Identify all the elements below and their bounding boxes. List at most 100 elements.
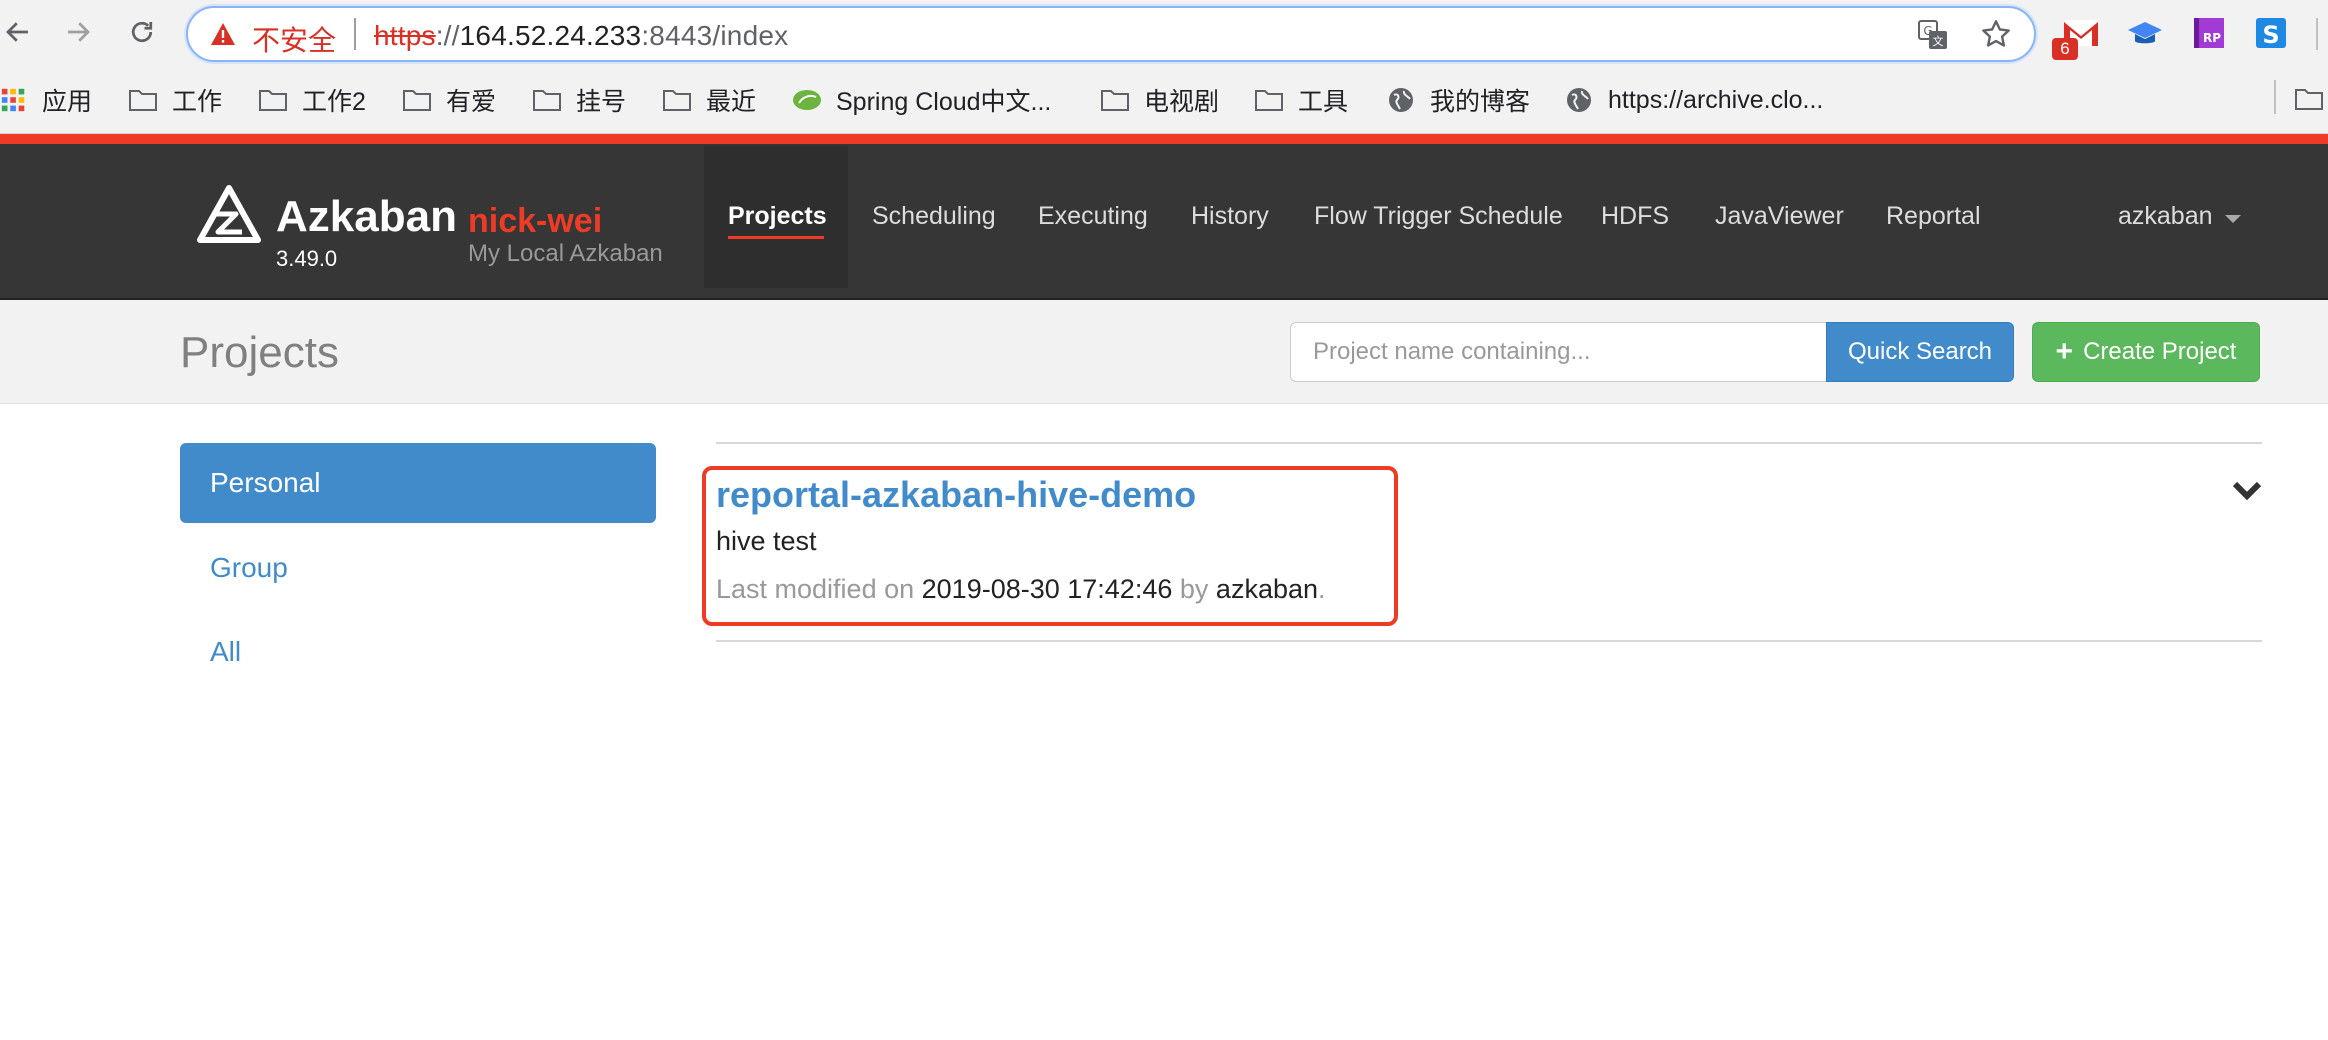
folder-icon (259, 90, 287, 111)
bookmark-folder-work2[interactable]: 工作2 (258, 80, 366, 120)
folder-icon (403, 90, 431, 111)
list-divider (716, 442, 2262, 444)
bookmark-label: 有爱 (446, 88, 497, 116)
url-text[interactable]: https://164.52.24.233:8443/index (374, 20, 788, 52)
svg-text:G: G (1923, 24, 1932, 38)
url-separator: :// (435, 20, 460, 51)
user-name: azkaban (2118, 202, 2213, 230)
globe-icon (1567, 88, 1591, 112)
meta-by: by (1179, 574, 1209, 604)
url-scheme: https (374, 20, 436, 51)
address-bar[interactable]: 不安全 https://164.52.24.233:8443/index G 文 (186, 6, 2036, 62)
bookmark-label: 工作2 (302, 88, 366, 116)
project-owner: azkaban (1215, 574, 1319, 604)
reload-button[interactable] (124, 14, 160, 50)
axure-rp-icon[interactable]: RP (2190, 14, 2228, 52)
svg-text:RP: RP (2203, 31, 2221, 45)
bookmark-label: 挂号 (576, 88, 627, 116)
arrow-left-icon (6, 22, 28, 42)
project-name-link[interactable]: reportal-azkaban-hive-demo (716, 474, 1196, 516)
s-extension-icon[interactable]: S (2252, 14, 2290, 52)
translate-icon[interactable]: G 文 (1918, 20, 1948, 50)
project-description: hive test (716, 526, 817, 556)
bookmark-label: 工作 (172, 88, 223, 116)
spring-leaf-icon (793, 90, 821, 110)
quick-search-button[interactable]: Quick Search (1826, 322, 2014, 382)
meta-end: . (1318, 574, 1326, 604)
sidebar-item-all[interactable]: All (180, 612, 656, 692)
security-label[interactable]: 不安全 (252, 19, 336, 59)
bookmark-label: https://archive.clo... (1608, 85, 1824, 114)
brand-title[interactable]: Azkaban (276, 192, 457, 242)
globe-icon (1389, 88, 1413, 112)
page-header: Projects Quick Search + Create Project (0, 300, 2328, 404)
browser-toolbar: 不安全 https://164.52.24.233:8443/index G 文… (0, 0, 2328, 70)
environment-description: My Local Azkaban (468, 240, 663, 267)
create-project-button[interactable]: + Create Project (2032, 322, 2260, 382)
folder-icon (533, 90, 561, 111)
bookmark-label: Spring Cloud中文... (836, 88, 1052, 116)
azkaban-logo-icon[interactable] (196, 184, 262, 250)
folder-icon (129, 90, 157, 111)
user-menu[interactable]: azkaban (2118, 202, 2241, 231)
plus-icon: + (2055, 335, 2074, 368)
arrow-right-icon (68, 22, 90, 42)
folder-icon (663, 90, 691, 111)
bookmark-label: 最近 (706, 88, 757, 116)
forward-button[interactable] (60, 14, 96, 50)
bookmark-folder-guahao[interactable]: 挂号 (532, 80, 626, 120)
bookmark-folder-tools[interactable]: 工具 (1254, 80, 1348, 120)
folder-icon (1101, 90, 1129, 111)
gmail-badge: 6 (2052, 38, 2078, 60)
bookmarks-divider (2274, 80, 2276, 114)
nav-active-underline (728, 236, 824, 239)
bookmark-my-blog[interactable]: 我的博客 (1386, 80, 1530, 120)
url-path: :8443/index (641, 20, 789, 51)
project-search-input[interactable] (1290, 322, 1826, 382)
last-modified-date: 2019-08-30 17:42:46 (921, 574, 1173, 604)
bookmark-label: 电视剧 (1144, 88, 1220, 116)
folder-icon[interactable] (2294, 86, 2324, 112)
nav-javaviewer[interactable]: JavaViewer (1715, 202, 1844, 231)
top-navbar: Azkaban 3.49.0 nick-wei My Local Azkaban… (0, 144, 2328, 300)
bookmark-archive[interactable]: https://archive.clo... (1564, 80, 1823, 120)
folder-icon (1255, 90, 1283, 111)
toolbar-divider (2316, 18, 2318, 50)
accent-strip (0, 134, 2328, 144)
nav-hdfs[interactable]: HDFS (1601, 202, 1669, 231)
bookmarks-bar: 应用 工作 工作2 有爱 挂号 最近 Spring Cloud中文... 电视剧… (0, 70, 2328, 134)
nav-executing[interactable]: Executing (1038, 202, 1148, 231)
nav-reportal[interactable]: Reportal (1886, 202, 1981, 231)
project-meta: Last modified on 2019-08-30 17:42:46 by … (716, 574, 1326, 605)
environment-name: nick-wei (468, 202, 603, 240)
chevron-down-icon[interactable] (2232, 480, 2262, 502)
bookmark-label: 我的博客 (1430, 88, 1531, 116)
nav-scheduling[interactable]: Scheduling (872, 202, 996, 231)
nav-history[interactable]: History (1191, 202, 1269, 231)
sidebar-item-personal[interactable]: Personal (180, 443, 656, 523)
caret-down-icon (2224, 214, 2241, 223)
graduation-cap-icon[interactable] (2126, 14, 2164, 52)
meta-prefix: Last modified on (716, 574, 915, 604)
bookmark-folder-work[interactable]: 工作 (128, 80, 222, 120)
star-icon[interactable] (1980, 18, 2012, 50)
reload-icon (131, 21, 153, 43)
bookmark-folder-recent[interactable]: 最近 (662, 80, 756, 120)
svg-text:S: S (2262, 21, 2279, 49)
bookmark-apps[interactable]: 应用 (0, 80, 92, 120)
omnibox-divider (354, 18, 356, 50)
bookmark-label: 应用 (42, 88, 93, 116)
nav-projects[interactable]: Projects (728, 202, 827, 231)
url-host: 164.52.24.233 (459, 20, 642, 51)
bookmark-folder-tv[interactable]: 电视剧 (1100, 80, 1219, 120)
create-project-label: Create Project (2083, 338, 2237, 365)
sidebar-item-group[interactable]: Group (180, 528, 656, 608)
bookmark-folder-youai[interactable]: 有爱 (402, 80, 496, 120)
page-title: Projects (180, 328, 339, 377)
back-button[interactable] (0, 14, 36, 50)
nav-flow-trigger-schedule[interactable]: Flow Trigger Schedule (1314, 202, 1563, 231)
brand-version: 3.49.0 (276, 246, 338, 271)
apps-grid-icon (1, 88, 25, 112)
bookmark-spring-cloud[interactable]: Spring Cloud中文... (792, 80, 1051, 120)
bookmark-label: 工具 (1298, 88, 1349, 116)
